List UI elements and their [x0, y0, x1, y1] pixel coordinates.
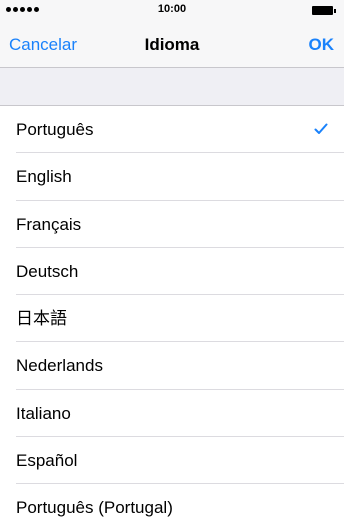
language-row[interactable]: Deutsch: [0, 247, 344, 296]
language-label: Français: [16, 214, 82, 234]
language-label: 日本語: [16, 309, 67, 329]
language-row[interactable]: English: [0, 153, 344, 201]
language-label: Deutsch: [16, 261, 79, 281]
language-row[interactable]: Italiano: [0, 389, 344, 438]
navigation-bar: Cancelar Idioma OK: [0, 20, 344, 68]
language-row[interactable]: Español: [0, 437, 344, 485]
done-button[interactable]: OK: [309, 35, 335, 55]
language-label: Nederlands: [16, 356, 103, 376]
page-title: Idioma: [144, 35, 200, 54]
language-row[interactable]: Português (Portugal): [0, 484, 344, 532]
checkmark-icon: [314, 123, 328, 134]
language-list: Português English Français Deutsch 日本語 N…: [0, 106, 344, 532]
status-bar: 10:00: [0, 0, 344, 20]
language-label: Español: [16, 451, 78, 471]
language-row[interactable]: Français: [0, 200, 344, 249]
language-row[interactable]: Português: [0, 106, 344, 154]
language-label: English: [16, 167, 72, 187]
language-label: Português: [16, 120, 94, 139]
section-header-spacer: [0, 68, 344, 106]
language-label: Português (Portugal): [16, 498, 173, 518]
status-time: 10:00: [157, 3, 187, 15]
language-row[interactable]: Nederlands: [0, 342, 344, 391]
battery-icon: [312, 6, 336, 15]
language-row[interactable]: 日本語: [0, 295, 344, 343]
language-label: Italiano: [16, 403, 71, 423]
